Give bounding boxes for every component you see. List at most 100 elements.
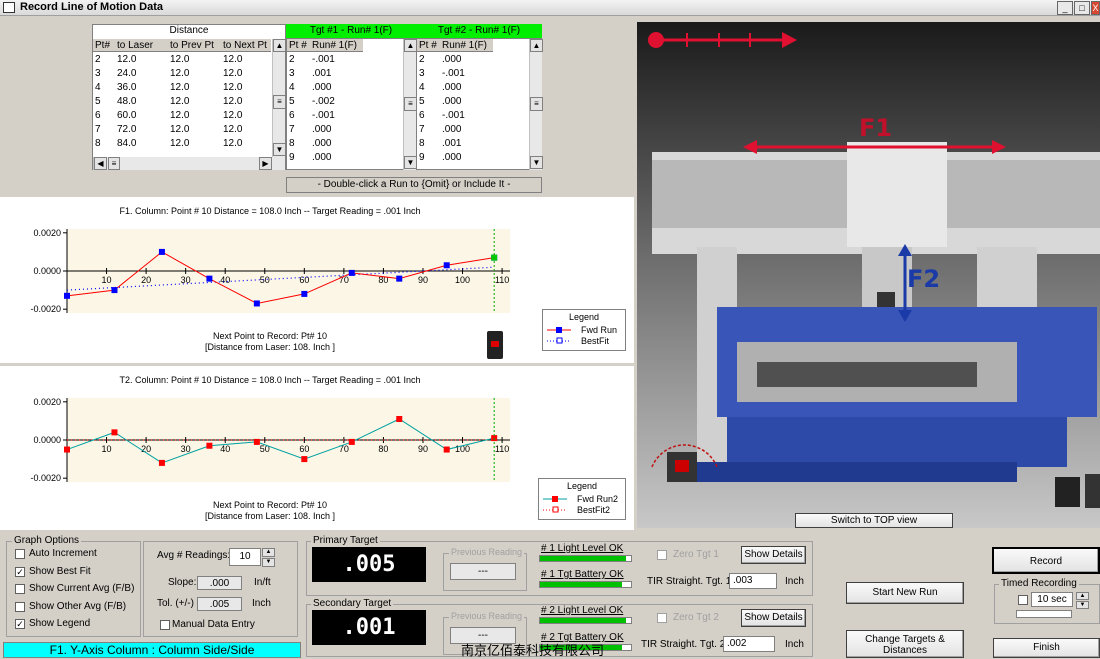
show-details-1-button[interactable]: Show Details <box>741 546 806 564</box>
distance-hscroll[interactable]: ◀ ≡ ▶ <box>93 157 285 170</box>
graph-option-checkbox[interactable]: ✓ <box>15 619 25 629</box>
minimize-button[interactable]: _ <box>1057 1 1073 15</box>
table-row[interactable]: 7 .000 <box>417 123 493 137</box>
graph-option-checkbox[interactable] <box>15 601 25 612</box>
chart-f2-title: T2. Column: Point # 10 Distance = 108.0 … <box>119 375 421 385</box>
change-targets-button[interactable]: Change Targets & Distances <box>846 630 964 658</box>
data-point <box>348 269 355 276</box>
tgt1-vscroll[interactable]: ▲ ≡ ▼ <box>403 39 417 170</box>
table-row[interactable]: 2 .000 <box>417 53 493 67</box>
table-row[interactable]: 2 12.0 12.0 12.0 <box>93 53 271 67</box>
chart-f1-title: F1. Column: Point # 10 Distance = 108.0 … <box>119 206 421 216</box>
tgt2-table[interactable]: Pt # Run# 1(F) ▲ ≡ ▼ 2 .000 3 -.001 4 .000 5 .0… <box>416 38 543 170</box>
table-cell: -.001 <box>312 110 335 121</box>
switch-top-view-button[interactable]: Switch to TOP view <box>795 513 953 528</box>
data-point <box>158 248 165 255</box>
slope-label: Slope: <box>168 577 197 588</box>
table-row[interactable]: 4 .000 <box>287 81 363 95</box>
table-row[interactable]: 8 84.0 12.0 12.0 <box>93 137 271 151</box>
chart-f1-legend: Legend Fwd Run BestFit <box>542 309 626 351</box>
scroll-right-icon[interactable]: ▶ <box>259 157 272 170</box>
timed-recording-checkbox[interactable] <box>1018 595 1028 605</box>
data-point <box>64 292 70 299</box>
scroll-up-icon[interactable]: ▲ <box>530 39 543 52</box>
hscroll-thumb[interactable]: ≡ <box>108 157 120 170</box>
tgt2-vscroll[interactable]: ▲ ≡ ▼ <box>529 39 543 170</box>
table-row[interactable]: 7 .000 <box>287 123 363 137</box>
table-cell: .000 <box>442 124 462 135</box>
zero-tgt2-checkbox[interactable] <box>657 613 667 623</box>
x-tick-label: 40 <box>220 275 230 285</box>
data-point <box>111 287 118 294</box>
chart-f1-next-distance: [Distance from Laser: 108. Inch ] <box>204 342 336 352</box>
table-row[interactable]: 4 .000 <box>417 81 493 95</box>
change-targets-line1: Change Targets & <box>865 634 945 645</box>
record-button[interactable]: Record <box>992 547 1100 574</box>
graph-option-label: Show Other Avg (F/B) <box>29 600 127 612</box>
table-row[interactable]: 8 .000 <box>287 137 363 151</box>
table-hint: - Double-click a Run to {Omit} or Includ… <box>286 177 542 193</box>
table-row[interactable]: 6 -.001 <box>287 109 363 123</box>
timed-down-icon[interactable]: ▼ <box>1076 601 1089 609</box>
scroll-up-icon[interactable]: ▲ <box>273 39 286 52</box>
data-point <box>64 446 70 453</box>
tir-1-label: TIR Straight. Tgt. 1: <box>647 576 735 587</box>
machine-image-panel: F1 F2 Switch to TOP view <box>637 22 1100 528</box>
spin-down-icon[interactable]: ▼ <box>262 558 275 567</box>
tgt1-table[interactable]: Pt # Run# 1(F) ▲ ≡ ▼ 2 -.001 3 .001 4 .000 5 -.… <box>286 38 417 170</box>
graph-option-label: Auto Increment <box>29 548 97 559</box>
manual-entry-checkbox[interactable] <box>160 620 170 630</box>
data-point <box>253 300 260 307</box>
table-row[interactable]: 9 .000 <box>417 151 493 165</box>
table-row[interactable]: 5 .000 <box>417 95 493 109</box>
battery-1-label: # 1 Tgt Battery OK <box>541 569 624 580</box>
graph-option-checkbox[interactable] <box>15 549 25 559</box>
table-row[interactable]: 6 60.0 12.0 12.0 <box>93 109 271 123</box>
scroll-thumb[interactable]: ≡ <box>530 97 543 111</box>
table-row[interactable]: 3 .001 <box>287 67 363 81</box>
chart-f2-legend: Legend Fwd Run2 BestFit2 <box>538 478 626 520</box>
table-cell: 9 <box>419 152 425 163</box>
table-row[interactable]: 8 .001 <box>417 137 493 151</box>
table-row[interactable]: 6 -.001 <box>417 109 493 123</box>
scroll-down-icon[interactable]: ▼ <box>530 156 543 169</box>
timed-up-icon[interactable]: ▲ <box>1076 592 1089 600</box>
table-row[interactable]: 3 24.0 12.0 12.0 <box>93 67 271 81</box>
show-details-2-button[interactable]: Show Details <box>741 609 806 627</box>
data-point <box>206 442 213 449</box>
x-tick-label: 110 <box>495 444 509 454</box>
graph-option-checkbox[interactable] <box>15 584 25 594</box>
distance-table[interactable]: Distance Pt# to Laser to Prev Pt to Next… <box>92 24 286 170</box>
table-row[interactable]: 7 72.0 12.0 12.0 <box>93 123 271 137</box>
machine-illustration <box>648 32 1100 508</box>
distance-vscroll[interactable]: ▲ ≡ ▼ <box>272 39 286 157</box>
scroll-thumb[interactable]: ≡ <box>273 95 286 109</box>
maximize-button[interactable]: □ <box>1074 1 1090 15</box>
start-new-run-button[interactable]: Start New Run <box>846 582 964 604</box>
zero-tgt1-checkbox[interactable] <box>657 550 667 560</box>
scroll-down-icon[interactable]: ▼ <box>273 143 286 156</box>
avg-readings-input[interactable]: 10 <box>229 548 261 566</box>
x-tick-label: 10 <box>102 275 112 285</box>
window-title: Record Line of Motion Data <box>20 1 163 13</box>
table-cell: .000 <box>312 152 332 163</box>
scroll-left-icon[interactable]: ◀ <box>94 157 107 170</box>
finish-button[interactable]: Finish <box>993 638 1100 658</box>
table-row[interactable]: 9 .000 <box>287 151 363 165</box>
table-cell: 24.0 <box>117 68 137 79</box>
table-row[interactable]: 4 36.0 12.0 12.0 <box>93 81 271 95</box>
x-tick-label: 50 <box>260 275 270 285</box>
close-button[interactable]: X <box>1091 1 1100 15</box>
timed-recording-input[interactable]: 10 sec <box>1031 592 1073 607</box>
table-cell: 36.0 <box>117 82 137 93</box>
y-tick-label: 0.0020 <box>33 228 61 238</box>
spin-up-icon[interactable]: ▲ <box>262 548 275 557</box>
x-tick-label: 90 <box>418 275 428 285</box>
graph-option-checkbox[interactable]: ✓ <box>15 566 25 577</box>
battery-1-bar <box>539 581 632 588</box>
table-row[interactable]: 3 -.001 <box>417 67 493 81</box>
table-row[interactable]: 5 48.0 12.0 12.0 <box>93 95 271 109</box>
table-row[interactable]: 2 -.001 <box>287 53 363 67</box>
light-level-2-bar <box>539 617 632 624</box>
table-row[interactable]: 5 -.002 <box>287 95 363 109</box>
